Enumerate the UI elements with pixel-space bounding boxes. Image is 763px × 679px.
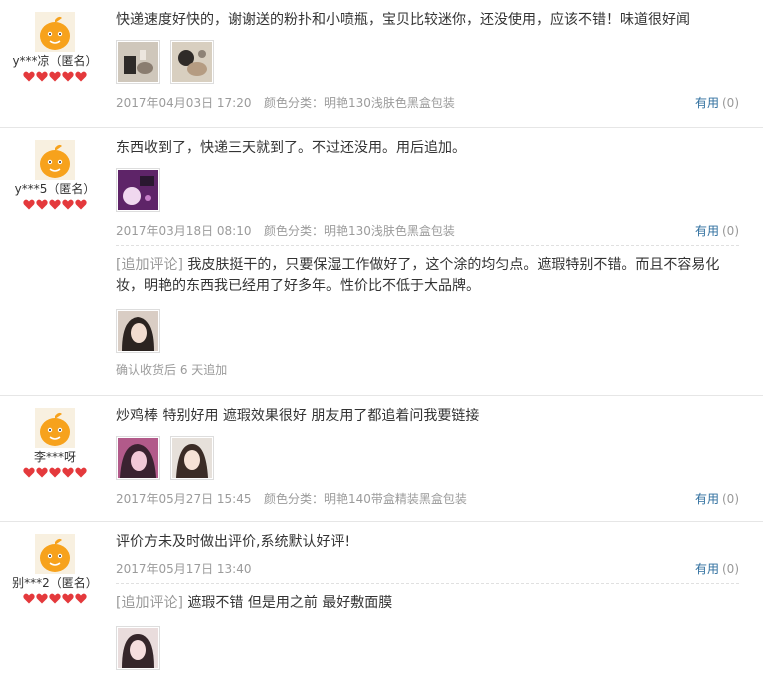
review-content: 炒鸡棒 特别好用 遮瑕效果很好 朋友用了都追着问我要链接 2017年05月27日… xyxy=(116,396,739,509)
divider xyxy=(116,583,739,584)
useful-button[interactable]: 有用 xyxy=(695,96,719,110)
review-text: 评价方未及时做出评价,系统默认好评! xyxy=(116,534,351,550)
useful-vote: 有用 (0) xyxy=(695,559,739,579)
review-text: 炒鸡棒 特别好用 遮瑕效果很好 朋友用了都追着问我要链接 xyxy=(116,408,480,424)
reviewer-rank xyxy=(0,199,110,210)
review-sku: 颜色分类：明艳130浅肤色黑盒包装 xyxy=(264,224,455,238)
review-text: 东西收到了，快递三天就到了。不过还没用。用后追加。 xyxy=(116,140,466,156)
reviewer-info: 别***2（匿名） xyxy=(0,522,110,604)
heart-icon xyxy=(36,199,48,210)
append-review-text: [追加评论] 遮瑕不错 但是用之前 最好敷面膜 xyxy=(116,593,739,614)
review-meta: 2017年04月03日 17:20 颜色分类：明艳130浅肤色黑盒包装 有用 (0… xyxy=(116,93,739,113)
reviewer-info: 李***呀 xyxy=(0,396,110,478)
review-date: 2017年03月18日 08:10 xyxy=(116,224,252,238)
append-tag: [追加评论] xyxy=(116,595,183,611)
heart-icon xyxy=(49,71,61,82)
reviewer-rank xyxy=(0,71,110,82)
useful-vote: 有用 (0) xyxy=(695,221,739,241)
review-date: 2017年04月03日 17:20 xyxy=(116,96,252,110)
heart-icon xyxy=(49,593,61,604)
heart-icon xyxy=(23,199,35,210)
avatar-icon[interactable] xyxy=(35,534,75,574)
avatar-icon[interactable] xyxy=(35,12,75,52)
reviewer-info: y***凉（匿名） xyxy=(0,0,110,82)
heart-icon xyxy=(36,71,48,82)
review-item: y***凉（匿名） 快递速度好快的，谢谢送的粉扑和小喷瓶，宝贝比较迷你，还没使用… xyxy=(0,0,763,128)
heart-icon xyxy=(62,199,74,210)
heart-icon xyxy=(75,467,87,478)
useful-vote: 有用 (0) xyxy=(695,489,739,509)
review-meta: 2017年05月17日 13:40 有用 (0) xyxy=(116,559,739,579)
heart-icon xyxy=(75,593,87,604)
review-content: 评价方未及时做出评价,系统默认好评! 2017年05月17日 13:40 有用(… xyxy=(116,522,739,670)
avatar-icon[interactable] xyxy=(35,140,75,180)
useful-count: (0) xyxy=(722,224,739,238)
review-photo-thumbnail[interactable] xyxy=(116,168,160,212)
review-date: 2017年05月27日 15:45 xyxy=(116,492,252,506)
reviewer-rank xyxy=(0,593,110,604)
heart-icon xyxy=(49,467,61,478)
heart-icon xyxy=(75,71,87,82)
heart-icon xyxy=(75,199,87,210)
review-content: 东西收到了，快递三天就到了。不过还没用。用后追加。 2017年03月18日 08… xyxy=(116,128,739,378)
useful-count: (0) xyxy=(722,96,739,110)
append-text: 我皮肤挺干的，只要保湿工作做好了，这个涂的均匀点。遮瑕特别不错。而且不容易化妆，… xyxy=(116,257,720,294)
useful-count: (0) xyxy=(722,492,739,506)
review-photos xyxy=(116,168,739,212)
heart-icon xyxy=(23,467,35,478)
useful-button[interactable]: 有用 xyxy=(695,492,719,506)
review-photo-thumbnail[interactable] xyxy=(116,309,160,353)
review-sku: 颜色分类：明艳130浅肤色黑盒包装 xyxy=(264,96,455,110)
review-photo-thumbnail[interactable] xyxy=(116,626,160,670)
useful-button[interactable]: 有用 xyxy=(695,224,719,238)
review-content: 快递速度好快的，谢谢送的粉扑和小喷瓶，宝贝比较迷你，还没使用，应该不错！味道很好… xyxy=(116,0,739,113)
review-photo-thumbnail[interactable] xyxy=(116,40,160,84)
review-photo-thumbnail[interactable] xyxy=(170,436,214,480)
review-text: 快递速度好快的，谢谢送的粉扑和小喷瓶，宝贝比较迷你，还没使用，应该不错！味道很好… xyxy=(116,12,690,28)
append-text: 遮瑕不错 但是用之前 最好敷面膜 xyxy=(187,595,393,611)
append-after-text: 确认收货后 6 天追加 xyxy=(116,363,228,377)
review-sku: 颜色分类：明艳140带盒精装黑盒包装 xyxy=(264,492,467,506)
heart-icon xyxy=(49,199,61,210)
useful-vote: 有用 (0) xyxy=(695,93,739,113)
heart-icon xyxy=(62,467,74,478)
review-photo-thumbnail[interactable] xyxy=(170,40,214,84)
review-item: 别***2（匿名） 评价方未及时做出评价,系统默认好评! 2017年05月17日… xyxy=(0,522,763,679)
review-photos xyxy=(116,436,739,480)
avatar-icon[interactable] xyxy=(35,408,75,448)
append-review-text: [追加评论] 我皮肤挺干的，只要保湿工作做好了，这个涂的均匀点。遮瑕特别不错。而… xyxy=(116,255,739,297)
review-photos xyxy=(116,40,739,84)
divider xyxy=(116,245,739,246)
review-list: y***凉（匿名） 快递速度好快的，谢谢送的粉扑和小喷瓶，宝贝比较迷你，还没使用… xyxy=(0,0,763,679)
heart-icon xyxy=(36,593,48,604)
heart-icon xyxy=(36,467,48,478)
append-photos xyxy=(116,626,739,670)
review-meta: 2017年05月27日 15:45 颜色分类：明艳140带盒精装黑盒包装 有用(… xyxy=(116,489,739,509)
review-item: y***5（匿名） 东西收到了，快递三天就到了。不过还没用。用后追加。 2017… xyxy=(0,128,763,396)
append-tag: [追加评论] xyxy=(116,257,183,273)
reviewer-name: 李***呀 xyxy=(33,450,76,464)
review-photo-thumbnail[interactable] xyxy=(116,436,160,480)
heart-icon xyxy=(23,71,35,82)
useful-button[interactable]: 有用 xyxy=(695,562,719,576)
reviewer-info: y***5（匿名） xyxy=(0,128,110,210)
reviewer-name: y***凉（匿名） xyxy=(12,54,98,68)
review-date: 2017年05月17日 13:40 xyxy=(116,562,252,576)
reviewer-rank xyxy=(0,467,110,478)
heart-icon xyxy=(62,593,74,604)
reviewer-name: y***5（匿名） xyxy=(14,182,96,196)
review-item: 李***呀 炒鸡棒 特别好用 遮瑕效果很好 朋友用了都追着问我要链接 2017年… xyxy=(0,396,763,522)
heart-icon xyxy=(23,593,35,604)
useful-count: (0) xyxy=(722,562,739,576)
review-meta: 2017年03月18日 08:10 颜色分类：明艳130浅肤色黑盒包装 有用 (0… xyxy=(116,221,739,241)
append-photos xyxy=(116,309,739,353)
heart-icon xyxy=(62,71,74,82)
reviewer-name: 别***2（匿名） xyxy=(12,576,98,590)
